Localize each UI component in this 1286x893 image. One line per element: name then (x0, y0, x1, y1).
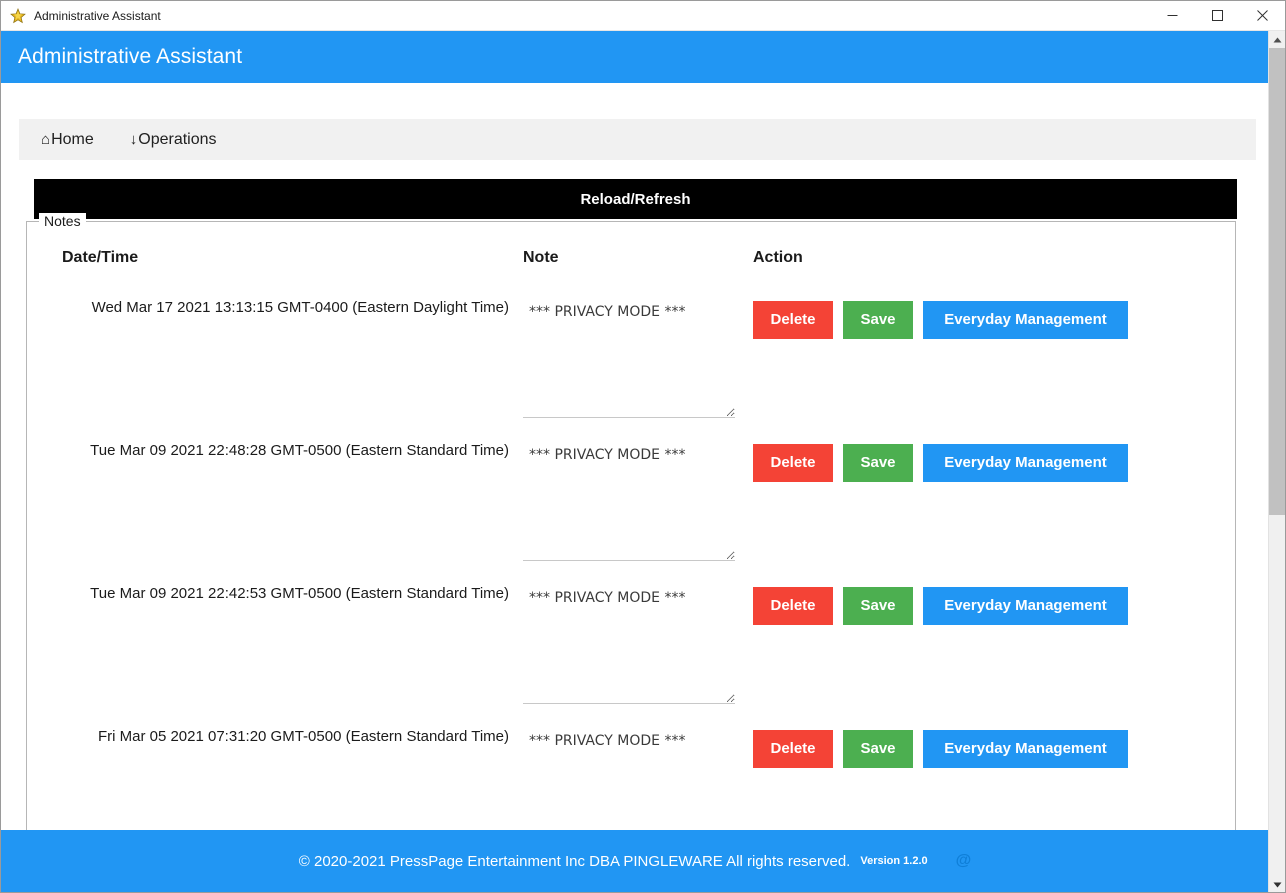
window-title: Administrative Assistant (34, 8, 161, 23)
close-icon[interactable] (1240, 1, 1285, 31)
star-app-icon (10, 7, 26, 24)
table-row: Tue Mar 09 2021 22:48:28 GMT-0500 (Easte… (27, 430, 1235, 573)
application-window: Administrative Assistant Administrative … (0, 0, 1286, 893)
maximize-icon[interactable] (1195, 1, 1240, 31)
title-bar-left: Administrative Assistant (1, 7, 1150, 24)
note-datetime: Tue Mar 09 2021 22:42:53 GMT-0500 (Easte… (90, 585, 509, 602)
note-textarea[interactable] (523, 441, 735, 561)
delete-button[interactable]: Delete (753, 730, 833, 768)
column-header-action: Action (753, 249, 803, 266)
page-title: Administrative Assistant (18, 45, 243, 68)
column-header-note: Note (523, 249, 559, 266)
notes-panel-top-border (26, 221, 1236, 222)
note-actions: Delete Save Everyday Management (753, 573, 1193, 625)
nav-item-home-label: Home (51, 131, 94, 148)
notes-panel-legend: Notes (39, 213, 86, 229)
minimize-icon[interactable] (1150, 1, 1195, 31)
page-footer: © 2020-2021 PressPage Entertainment Inc … (1, 830, 1269, 892)
note-cell (523, 287, 753, 418)
column-header-datetime: Date/Time (62, 249, 139, 266)
email-icon[interactable]: @ (956, 852, 972, 870)
everyday-management-button[interactable]: Everyday Management (923, 730, 1128, 768)
nav-item-operations[interactable]: ↓Operations (116, 119, 231, 160)
delete-button[interactable]: Delete (753, 444, 833, 482)
note-cell (523, 430, 753, 561)
table-row: Wed Mar 17 2021 13:13:15 GMT-0400 (Easte… (27, 287, 1235, 430)
reload-refresh-button[interactable]: Reload/Refresh (34, 179, 1237, 219)
scroll-up-arrow-icon[interactable] (1269, 31, 1285, 48)
window-controls (1150, 1, 1285, 31)
scrollbar-track[interactable] (1269, 515, 1285, 876)
title-bar: Administrative Assistant (1, 1, 1285, 31)
save-button[interactable]: Save (843, 301, 913, 339)
copyright-text: © 2020-2021 PressPage Entertainment Inc … (298, 852, 851, 870)
everyday-management-button[interactable]: Everyday Management (923, 444, 1128, 482)
save-button[interactable]: Save (843, 444, 913, 482)
main-navigation: ⌂Home ↓Operations (19, 119, 1256, 160)
delete-button[interactable]: Delete (753, 301, 833, 339)
note-textarea[interactable] (523, 584, 735, 704)
version-text: Version 1.2.0 (860, 855, 928, 867)
save-button[interactable]: Save (843, 730, 913, 768)
note-datetime: Tue Mar 09 2021 22:48:28 GMT-0500 (Easte… (90, 442, 509, 459)
notes-table: Date/Time Note Action Wed Mar 17 2021 13… (27, 249, 1235, 859)
note-textarea[interactable] (523, 727, 735, 847)
delete-button[interactable]: Delete (753, 587, 833, 625)
save-button[interactable]: Save (843, 587, 913, 625)
note-datetime: Fri Mar 05 2021 07:31:20 GMT-0500 (Easte… (97, 728, 509, 745)
note-cell (523, 573, 753, 704)
table-header-row: Date/Time Note Action (27, 249, 1235, 287)
note-textarea[interactable] (523, 298, 735, 418)
table-row: Tue Mar 09 2021 22:42:53 GMT-0500 (Easte… (27, 573, 1235, 716)
note-cell (523, 716, 753, 847)
scrollbar-thumb[interactable] (1269, 48, 1285, 515)
nav-item-home[interactable]: ⌂Home (27, 119, 108, 160)
home-icon: ⌂ (41, 131, 51, 148)
nav-item-operations-label: Operations (138, 131, 217, 148)
note-datetime: Wed Mar 17 2021 13:13:15 GMT-0400 (Easte… (91, 299, 509, 316)
note-actions: Delete Save Everyday Management (753, 716, 1193, 768)
everyday-management-button[interactable]: Everyday Management (923, 301, 1128, 339)
everyday-management-button[interactable]: Everyday Management (923, 587, 1128, 625)
download-arrow-icon: ↓ (129, 131, 138, 148)
app-header: Administrative Assistant (1, 31, 1269, 83)
note-actions: Delete Save Everyday Management (753, 430, 1193, 482)
note-actions: Delete Save Everyday Management (753, 287, 1193, 339)
scroll-down-arrow-icon[interactable] (1269, 876, 1285, 892)
vertical-scrollbar[interactable] (1268, 31, 1285, 892)
